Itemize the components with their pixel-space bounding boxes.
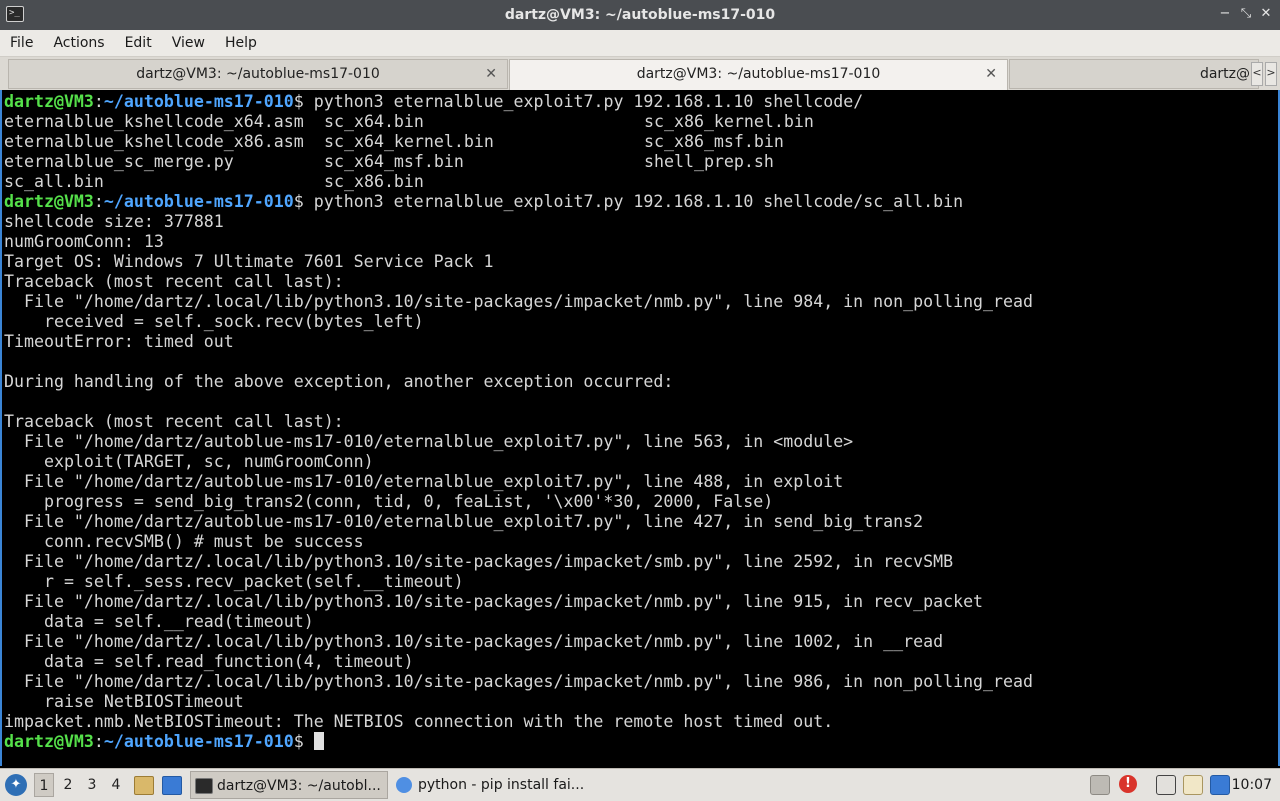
close-icon[interactable]: ✕ [1258, 6, 1274, 22]
task-label: python - pip install fai... [418, 777, 585, 793]
start-menu-icon[interactable]: ✦ [5, 774, 27, 796]
command-text: python3 eternalblue_exploit7.py 192.168.… [313, 192, 964, 211]
window-title: dartz@VM3: ~/autoblue-ms17-010 [504, 7, 776, 23]
terminal-output-line: shellcode size: 377881 [4, 212, 224, 231]
tab-bar: dartz@VM3: ~/autoblue-ms17-010 ✕ dartz@V… [0, 57, 1280, 90]
tab-close-icon[interactable]: ✕ [985, 66, 997, 82]
terminal-output-line: impacket.nmb.NetBIOSTimeout: The NETBIOS… [4, 712, 834, 731]
ls-entry: sc_x64.bin [324, 112, 424, 131]
terminal-output-line: numGroomConn: 13 [4, 232, 164, 251]
prompt-user: dartz@VM3 [4, 192, 94, 211]
tab-3[interactable]: dartz@ [1009, 59, 1259, 89]
ls-entry: eternalblue_kshellcode_x64.asm [4, 112, 304, 131]
prompt-user: dartz@VM3 [4, 732, 94, 751]
prompt-separator: : [93, 732, 104, 751]
terminal-output-line: exploit(TARGET, sc, numGroomConn) [4, 452, 374, 471]
terminal-output-line: File "/home/dartz/.local/lib/python3.10/… [4, 632, 944, 651]
task-label: dartz@VM3: ~/autobl... [217, 778, 381, 794]
terminal-cursor [313, 732, 324, 750]
prompt-separator: : [93, 92, 104, 111]
workspace-4[interactable]: 4 [106, 773, 126, 797]
prompt-symbol: $ [293, 732, 314, 751]
terminal-prompt-line: dartz@VM3:~/autoblue-ms17-010$ python3 e… [4, 92, 863, 112]
terminal-output-line: r = self._sess.recv_packet(self.__timeou… [4, 572, 464, 591]
menu-help[interactable]: Help [215, 30, 267, 56]
menu-view[interactable]: View [162, 30, 215, 56]
terminal-output-line: File "/home/dartz/.local/lib/python3.10/… [4, 292, 1033, 311]
tab-label: dartz@VM3: ~/autoblue-ms17-010 [636, 66, 881, 82]
terminal-output-line: data = self.__read(timeout) [4, 612, 314, 631]
terminal-prompt-line: dartz@VM3:~/autoblue-ms17-010$ [4, 732, 324, 752]
ls-entry: sc_all.bin [4, 172, 104, 191]
tab-1[interactable]: dartz@VM3: ~/autoblue-ms17-010 ✕ [8, 59, 508, 89]
tab-scroll-left-icon[interactable]: < [1251, 62, 1263, 86]
file-manager-icon[interactable] [134, 776, 154, 795]
workspace-3[interactable]: 3 [82, 773, 102, 797]
ls-entry: eternalblue_sc_merge.py [4, 152, 234, 171]
window-titlebar[interactable]: >_ dartz@VM3: ~/autoblue-ms17-010 − ⤡ ✕ [0, 0, 1280, 30]
tray-clipboard-icon[interactable] [1183, 775, 1203, 795]
ls-entry: eternalblue_kshellcode_x86.asm [4, 132, 304, 151]
terminal-icon [195, 778, 213, 794]
terminal-output-line: raise NetBIOSTimeout [4, 692, 244, 711]
tab-label: dartz@ [1199, 66, 1250, 82]
restore-icon[interactable]: ⤡ [1238, 6, 1254, 22]
ls-entry: sc_x64_msf.bin [324, 152, 464, 171]
ls-entry: sc_x86.bin [324, 172, 424, 191]
show-desktop-icon[interactable] [162, 776, 182, 795]
tray-eject-icon[interactable] [1090, 775, 1110, 795]
terminal-output-line: data = self.read_function(4, timeout) [4, 652, 414, 671]
workspace-2[interactable]: 2 [58, 773, 78, 797]
terminal-prompt-line: dartz@VM3:~/autoblue-ms17-010$ python3 e… [4, 192, 963, 212]
taskbar: ✦ 1 2 3 4 dartz@VM3: ~/autobl... python … [0, 768, 1280, 801]
tray-alert-icon[interactable]: ! [1119, 775, 1137, 793]
ls-entry: sc_x86_msf.bin [644, 132, 784, 151]
terminal-output[interactable]: dartz@VM3:~/autoblue-ms17-010$ python3 e… [0, 90, 1280, 766]
ls-entry: sc_x64_kernel.bin [324, 132, 494, 151]
menu-bar: File Actions Edit View Help [0, 30, 1280, 57]
terminal-output-line: File "/home/dartz/.local/lib/python3.10/… [4, 552, 954, 571]
ls-entry: sc_x86_kernel.bin [644, 112, 814, 131]
terminal-output-line: File "/home/dartz/autoblue-ms17-010/eter… [4, 472, 844, 491]
terminal-output-line: File "/home/dartz/autoblue-ms17-010/eter… [4, 512, 924, 531]
prompt-symbol: $ [293, 192, 314, 211]
task-browser[interactable]: python - pip install fai... [392, 771, 590, 799]
prompt-path: ~/autoblue-ms17-010 [103, 192, 294, 211]
terminal-output-line: conn.recvSMB() # must be success [4, 532, 364, 551]
clock: 10:07 [1231, 777, 1272, 793]
terminal-output-line: Traceback (most recent call last): [4, 412, 344, 431]
command-text: python3 eternalblue_exploit7.py 192.168.… [313, 92, 864, 111]
terminal-output-line: TimeoutError: timed out [4, 332, 234, 351]
prompt-path: ~/autoblue-ms17-010 [103, 732, 294, 751]
tray-keyboard-icon[interactable] [1156, 775, 1176, 795]
workspace-1[interactable]: 1 [34, 773, 54, 797]
task-terminal[interactable]: dartz@VM3: ~/autobl... [190, 771, 388, 799]
terminal-output-line: received = self._sock.recv(bytes_left) [4, 312, 424, 331]
ls-entry: shell_prep.sh [644, 152, 774, 171]
menu-file[interactable]: File [0, 30, 43, 56]
tab-close-icon[interactable]: ✕ [485, 66, 497, 82]
terminal-output-line: Traceback (most recent call last): [4, 272, 344, 291]
prompt-symbol: $ [293, 92, 314, 111]
prompt-separator: : [93, 192, 104, 211]
menu-edit[interactable]: Edit [115, 30, 162, 56]
minimize-icon[interactable]: − [1217, 6, 1233, 22]
prompt-path: ~/autoblue-ms17-010 [103, 92, 294, 111]
tray-network-icon[interactable] [1210, 775, 1230, 795]
terminal-output-line: Target OS: Windows 7 Ultimate 7601 Servi… [4, 252, 494, 271]
tab-label: dartz@VM3: ~/autoblue-ms17-010 [136, 66, 380, 82]
terminal-output-line: File "/home/dartz/.local/lib/python3.10/… [4, 592, 984, 611]
prompt-user: dartz@VM3 [4, 92, 94, 111]
terminal-output-line: File "/home/dartz/.local/lib/python3.10/… [4, 672, 1033, 691]
menu-actions[interactable]: Actions [43, 30, 114, 56]
tab-2[interactable]: dartz@VM3: ~/autoblue-ms17-010 ✕ [509, 59, 1008, 90]
chromium-icon [396, 777, 412, 793]
terminal-output-line: During handling of the above exception, … [4, 372, 674, 391]
tab-scroll-right-icon[interactable]: > [1265, 62, 1277, 86]
terminal-output-line: File "/home/dartz/autoblue-ms17-010/eter… [4, 432, 854, 451]
terminal-output-line: progress = send_big_trans2(conn, tid, 0,… [4, 492, 774, 511]
